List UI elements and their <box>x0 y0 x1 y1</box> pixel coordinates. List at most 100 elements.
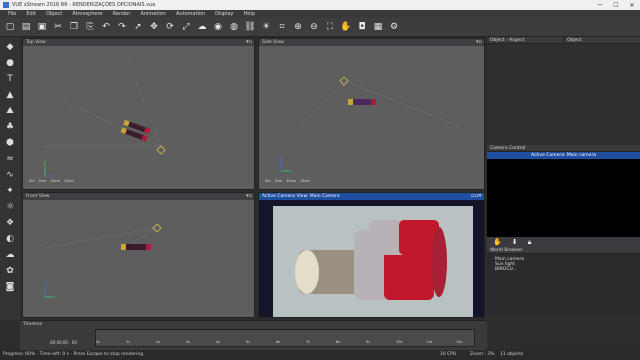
cube-icon[interactable]: ◆ <box>4 41 16 53</box>
top-scale-ruler: 0m 5cm 10cm 15cm <box>29 179 74 183</box>
light-icon[interactable]: ✦ <box>4 185 16 197</box>
object-aspect-header: Object - Aspect <box>487 37 563 44</box>
scale-icon[interactable]: ⤢ <box>180 21 192 33</box>
move-icon[interactable]: ✥ <box>148 21 160 33</box>
timeline-tick: 0s <box>96 340 101 344</box>
top-viewport[interactable]: Top View ▾▫ 0m 5cm 10cm 15cm <box>22 38 255 190</box>
atmosphere-icon[interactable]: ☁ <box>196 21 208 33</box>
camera-tool-icon[interactable]: ◙ <box>4 281 16 293</box>
menu-automation[interactable]: Automation <box>176 11 205 17</box>
left-tool-palette: ◆ ● T ▲ ⛰ ♣ ⬢ ≈ ∿ ✦ ☼ ❖ ◐ ☁ ✿ ◙ <box>0 37 20 320</box>
timeline-tick: 8s <box>336 340 341 344</box>
pan-hand-icon[interactable]: ✋ <box>493 238 502 246</box>
timeline-tick: 5s <box>246 340 251 344</box>
redo-icon[interactable]: ↷ <box>116 21 128 33</box>
timeline-tick: 7s <box>306 340 311 344</box>
rock-icon[interactable]: ⬢ <box>4 137 16 149</box>
maximize-button[interactable]: ☐ <box>608 2 624 9</box>
camera-control-header: Camera Control <box>487 145 640 152</box>
timeline-tick: 12s <box>456 340 463 344</box>
timeline[interactable]: Timeline 00:00:00 . 00 0s 1s 2s 3s 4s 5s… <box>20 320 487 350</box>
tree-item[interactable]: BINOCU... <box>495 267 632 272</box>
status-text: Progress: 60% - Time left: 0 s - Press E… <box>3 352 144 357</box>
menu-file[interactable]: File <box>8 11 16 17</box>
scale-label: 0m <box>29 179 35 183</box>
open-icon[interactable]: ▤ <box>20 21 32 33</box>
menu-display[interactable]: Display <box>215 11 233 17</box>
grid-icon[interactable]: ⌗ <box>276 21 288 33</box>
timeline-time: 00:00:00 . 00 <box>50 340 77 345</box>
front-viewport-scene <box>42 223 162 298</box>
scale-label: 10cm <box>50 179 60 183</box>
render-area-icon[interactable]: ▦ <box>372 21 384 33</box>
curve-icon[interactable]: ∿ <box>4 169 16 181</box>
window-title: VUE xStream 2016 R6 - RENDERIZAÇÕES OPCI… <box>12 2 156 8</box>
copy-icon[interactable]: ❐ <box>68 21 80 33</box>
title-bar: VUE xStream 2016 R6 - RENDERIZAÇÕES OPCI… <box>0 0 640 10</box>
side-viewport-title: Side View <box>262 40 284 45</box>
zoom-in-icon[interactable]: ⊕ <box>292 21 304 33</box>
sun-light-icon[interactable]: ☼ <box>4 201 16 213</box>
boolean-icon[interactable]: ◐ <box>4 233 16 245</box>
camera-render-preview <box>273 206 473 317</box>
plant-icon[interactable]: ♣ <box>4 121 16 133</box>
lock-icon[interactable]: 🔒︎ <box>528 238 532 247</box>
eco-icon[interactable]: ✿ <box>4 265 16 277</box>
object-panels: Object - Aspect Object <box>487 37 640 44</box>
zoom-out-icon[interactable]: ⊖ <box>308 21 320 33</box>
paste-icon[interactable]: ⎘ <box>84 21 96 33</box>
cpu-count: 16 CPU <box>440 352 457 357</box>
save-icon[interactable]: ▣ <box>36 21 48 33</box>
terrain-icon[interactable]: ⛰ <box>4 105 16 117</box>
pan-icon[interactable]: ✋ <box>340 21 352 33</box>
menu-atmosphere[interactable]: Atmosphere <box>72 11 102 17</box>
cut-icon[interactable]: ✂ <box>52 21 64 33</box>
menu-render[interactable]: Render <box>113 11 131 17</box>
timeline-tick: 6s <box>276 340 281 344</box>
cone-icon[interactable]: ▲ <box>4 89 16 101</box>
scale-label: 15cm <box>64 179 74 183</box>
fit-icon[interactable]: ⛶ <box>324 21 336 33</box>
link-icon[interactable]: ⛓ <box>244 21 256 33</box>
viewport-menu-icon[interactable]: ▾▫ <box>246 193 252 200</box>
material-icon[interactable]: ◍ <box>228 21 240 33</box>
app-logo-icon <box>3 2 9 8</box>
undo-icon[interactable]: ↶ <box>100 21 112 33</box>
front-viewport[interactable]: Front View ▾▫ <box>22 192 255 318</box>
menu-help[interactable]: Help <box>244 11 255 17</box>
scale-label: 10cm <box>286 179 296 183</box>
rotate-icon[interactable]: ⟳ <box>164 21 176 33</box>
camera-viewport[interactable]: Active Camera View: Main Camera ▫▫✕ <box>258 192 485 318</box>
scale-label: 5cm <box>38 179 47 183</box>
camera-viewport-title: Active Camera View: Main Camera <box>262 194 340 199</box>
timeline-tick: 4s <box>216 340 221 344</box>
top-viewport-header: Top View ▾▫ <box>23 39 254 46</box>
side-viewport[interactable]: Side View ▾▫ 0m 5cm 10cm 15cm <box>258 38 485 190</box>
dolly-icon[interactable]: ⬇ <box>512 238 518 246</box>
viewport-menu-icon[interactable]: ▾▫ <box>476 39 482 46</box>
group-icon[interactable]: ❖ <box>4 217 16 229</box>
settings-icon[interactable]: ⚙ <box>388 21 400 33</box>
viewport-menu-icon[interactable]: ▫▫✕ <box>471 193 482 200</box>
cloud-icon[interactable]: ☁ <box>4 249 16 261</box>
active-camera-bar[interactable]: Active Camera: Main camera <box>487 152 640 159</box>
viewport-menu-icon[interactable]: ▾▫ <box>246 39 252 46</box>
menu-edit[interactable]: Edit <box>26 11 36 17</box>
object-header: Object <box>563 37 640 44</box>
sphere-icon[interactable]: ● <box>4 57 16 69</box>
close-button[interactable]: ✕ <box>624 2 640 9</box>
new-icon[interactable]: ▢ <box>4 21 16 33</box>
text-icon[interactable]: T <box>4 73 16 85</box>
status-bar: Progress: 60% - Time left: 0 s - Press E… <box>0 350 640 360</box>
zoom-level: Zoom : 3% <box>470 352 495 357</box>
camera-icon[interactable]: ◘ <box>356 21 368 33</box>
scale-label: 5cm <box>274 179 283 183</box>
top-viewport-scene <box>43 55 166 177</box>
select-icon[interactable]: ➚ <box>132 21 144 33</box>
water-icon[interactable]: ≈ <box>4 153 16 165</box>
menu-object[interactable]: Object <box>46 11 62 17</box>
render-icon[interactable]: ◉ <box>212 21 224 33</box>
minimize-button[interactable]: ─ <box>592 2 608 9</box>
menu-animation[interactable]: Animation <box>140 11 166 17</box>
sun-icon[interactable]: ☀ <box>260 21 272 33</box>
